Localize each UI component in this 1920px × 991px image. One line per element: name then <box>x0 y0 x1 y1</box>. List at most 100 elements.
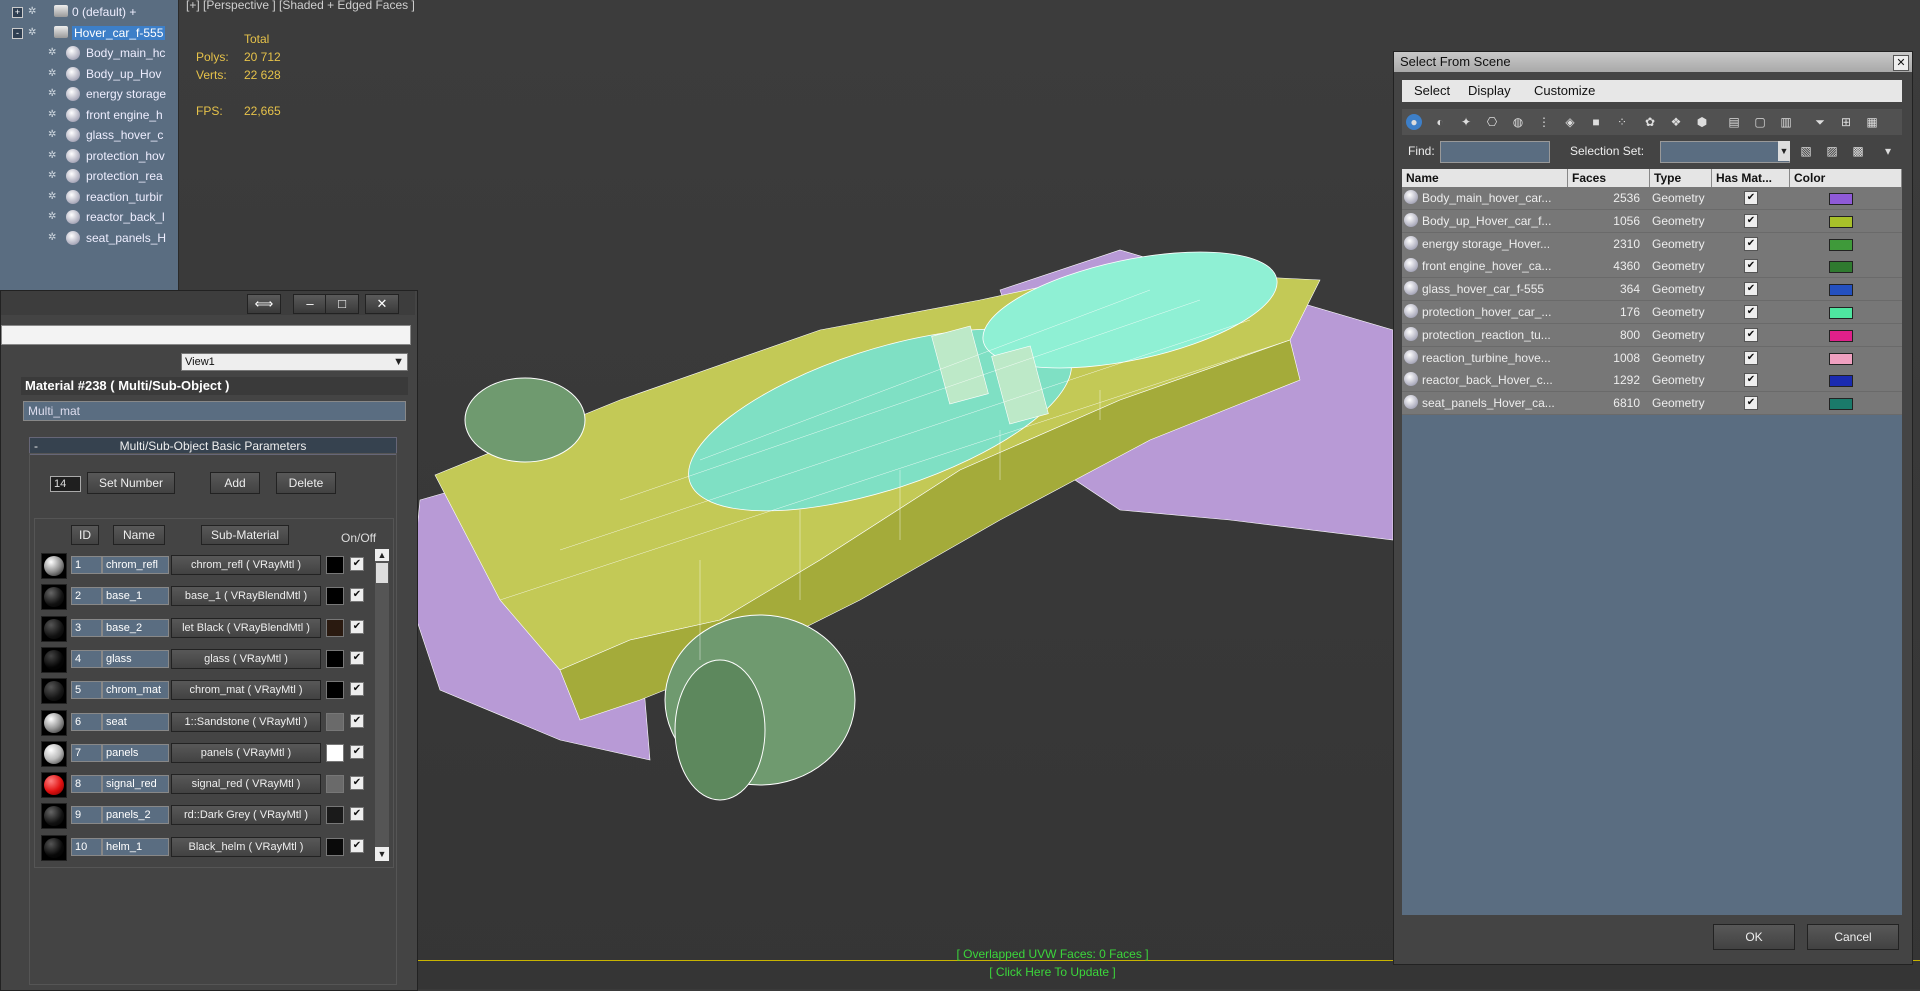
freeze-icon[interactable]: ✲ <box>28 6 36 17</box>
scene-tree-item[interactable]: ✲ Body_up_Hov <box>0 66 178 84</box>
on-off-checkbox[interactable]: ✔ <box>350 807 364 822</box>
material-preview[interactable] <box>41 615 67 642</box>
sub-material-button[interactable]: signal_red ( VRayMtl ) <box>171 774 321 795</box>
sub-material-id[interactable]: 5 <box>71 681 102 700</box>
maximize-button[interactable]: □ <box>325 294 359 314</box>
sub-material-id[interactable]: 3 <box>71 618 102 637</box>
scene-tree-item[interactable]: ✲ energy storage <box>0 86 178 104</box>
on-off-checkbox[interactable]: ✔ <box>350 619 364 634</box>
color-swatch[interactable] <box>326 712 344 731</box>
sub-material-name[interactable]: chrom_mat <box>102 681 169 700</box>
set-number-button[interactable]: Set Number <box>87 472 175 494</box>
material-preview[interactable] <box>41 678 67 705</box>
sub-material-button[interactable]: base_1 ( VRayBlendMtl ) <box>171 586 321 607</box>
object-row[interactable]: protection_reaction_tu... 800 Geometry ✔ <box>1402 323 1902 347</box>
col-id[interactable]: ID <box>71 525 99 545</box>
material-preview[interactable] <box>41 584 67 611</box>
color-swatch[interactable] <box>326 618 344 637</box>
sub-material-id[interactable]: 4 <box>71 649 102 668</box>
color-swatch[interactable] <box>326 806 344 825</box>
freeze-icon[interactable]: ✲ <box>48 88 56 99</box>
material-preview[interactable] <box>41 740 67 767</box>
sub-material-name[interactable]: helm_1 <box>102 837 169 856</box>
number-input[interactable]: 14 <box>50 476 81 492</box>
sub-material-button[interactable]: rd::Dark Grey ( VRayMtl ) <box>171 805 321 826</box>
freeze-icon[interactable]: ✲ <box>48 232 56 243</box>
on-off-checkbox[interactable]: ✔ <box>350 776 364 791</box>
expand-toggle[interactable]: - <box>12 27 23 39</box>
color-swatch[interactable] <box>326 587 344 606</box>
freeze-icon[interactable]: ✲ <box>48 170 56 181</box>
select-all-icon[interactable]: ▤ <box>1726 114 1742 130</box>
color-swatch[interactable] <box>326 837 344 856</box>
close-button[interactable]: ✕ <box>365 294 399 314</box>
freeze-icon[interactable]: ✲ <box>48 47 56 58</box>
color-swatch[interactable] <box>326 743 344 762</box>
material-preview[interactable] <box>41 834 67 861</box>
menu-select[interactable]: Select <box>1414 83 1450 98</box>
sub-material-id[interactable]: 2 <box>71 587 102 606</box>
color-swatch[interactable] <box>326 556 344 574</box>
scene-tree-item[interactable]: ✲ reactor_back_l <box>0 209 178 227</box>
freeze-icon[interactable]: ✲ <box>48 150 56 161</box>
sub-material-id[interactable]: 1 <box>71 556 102 574</box>
close-icon[interactable]: ✕ <box>1893 55 1909 71</box>
freeze-icon[interactable]: ✲ <box>48 191 56 202</box>
xrefs-filter-icon[interactable]: ■ <box>1588 114 1604 130</box>
scroll-down-icon[interactable]: ▼ <box>375 847 389 861</box>
object-row[interactable]: seat_panels_Hover_ca... 6810 Geometry ✔ <box>1402 392 1902 416</box>
expand-toggle[interactable]: + <box>12 7 23 18</box>
th-name[interactable]: Name <box>1402 169 1568 187</box>
scene-explorer[interactable]: + ✲ 0 (default) + - ✲ Hover_car_f-555 ✲ Body_ma… <box>0 0 179 290</box>
scroll-up-icon[interactable]: ▲ <box>375 549 389 561</box>
scene-tree-item[interactable]: ✲ front engine_h <box>0 107 178 125</box>
sub-material-id[interactable]: 7 <box>71 743 102 762</box>
spacewarps-filter-icon[interactable]: ⋮ <box>1536 114 1552 130</box>
on-off-checkbox[interactable]: ✔ <box>350 744 364 759</box>
options-icon[interactable]: ▾ <box>1880 143 1896 159</box>
rollout-toggle[interactable]: - <box>34 438 38 454</box>
sub-material-button[interactable]: Black_helm ( VRayMtl ) <box>171 836 321 857</box>
material-preview[interactable] <box>41 803 67 830</box>
display-none-icon[interactable]: ❖ <box>1668 114 1684 130</box>
freeze-icon[interactable]: ✲ <box>48 68 56 79</box>
select-none-icon[interactable]: ▢ <box>1752 114 1768 130</box>
on-off-checkbox[interactable]: ✔ <box>350 557 364 571</box>
col-name[interactable]: Name <box>113 525 165 545</box>
resize-icon[interactable]: ⟺ <box>247 294 281 314</box>
sub-material-name[interactable]: chrom_refl <box>102 556 169 574</box>
sub-material-button[interactable]: panels ( VRayMtl ) <box>171 742 321 763</box>
bones-filter-icon[interactable]: ⁘ <box>1614 114 1630 130</box>
sub-material-button[interactable]: let Black ( VRayBlendMtl ) <box>171 617 321 638</box>
invert-display-icon[interactable]: ⬢ <box>1694 114 1710 130</box>
columns-icon[interactable]: ▦ <box>1864 114 1880 130</box>
scene-tree-item[interactable]: ✲ Body_main_hc <box>0 45 178 63</box>
freeze-icon[interactable]: ✲ <box>48 211 56 222</box>
sub-material-id[interactable]: 9 <box>71 806 102 825</box>
sub-material-button[interactable]: chrom_refl ( VRayMtl ) <box>171 555 321 575</box>
sub-material-button[interactable]: glass ( VRayMtl ) <box>171 648 321 669</box>
object-row[interactable]: Body_main_hover_car... 2536 Geometry ✔ <box>1402 187 1902 210</box>
material-preview[interactable] <box>41 772 67 799</box>
menu-customize[interactable]: Customize <box>1534 83 1595 98</box>
th-faces[interactable]: Faces <box>1568 169 1650 187</box>
scene-tree-item[interactable]: ✲ reaction_turbir <box>0 189 178 207</box>
on-off-checkbox[interactable]: ✔ <box>350 713 364 728</box>
material-preview[interactable] <box>41 553 67 579</box>
hierarchy-icon[interactable]: ⊞ <box>1838 114 1854 130</box>
sub-material-id[interactable]: 6 <box>71 712 102 731</box>
sub-material-name[interactable]: signal_red <box>102 775 169 794</box>
lights-filter-icon[interactable]: ✦ <box>1458 114 1474 130</box>
scene-tree-item[interactable]: ✲ glass_hover_c <box>0 127 178 145</box>
material-preview[interactable] <box>41 646 67 673</box>
cancel-button[interactable]: Cancel <box>1807 924 1899 950</box>
freeze-icon[interactable]: ✲ <box>48 129 56 140</box>
selset-edit-icon[interactable]: ▩ <box>1850 143 1866 159</box>
th-color[interactable]: Color <box>1790 169 1902 187</box>
groups-filter-icon[interactable]: ◈ <box>1562 114 1578 130</box>
object-table[interactable]: Name Faces Type Has Mat... Color Body_ma… <box>1402 169 1902 915</box>
scrollbar[interactable]: ▲ ▼ <box>375 549 389 861</box>
object-row[interactable]: glass_hover_car_f-555 364 Geometry ✔ <box>1402 278 1902 302</box>
find-input[interactable] <box>1440 141 1550 163</box>
scene-tree-item[interactable]: ✲ protection_hov <box>0 148 178 166</box>
